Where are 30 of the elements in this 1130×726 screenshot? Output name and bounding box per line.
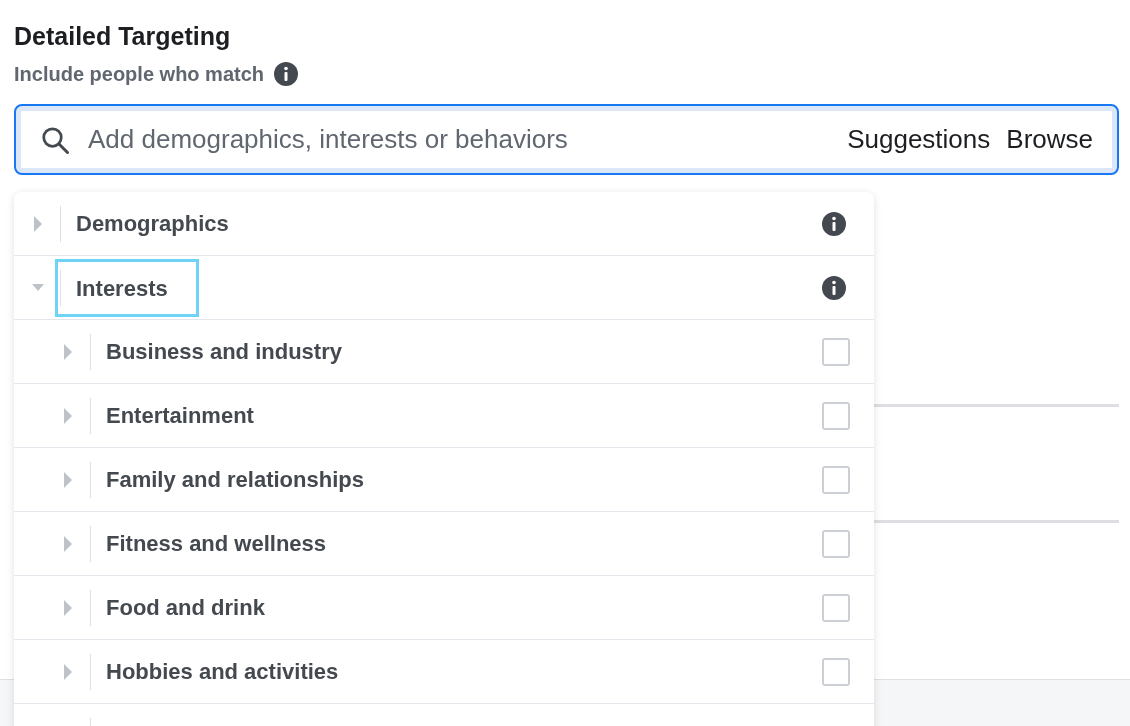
caret-right-icon[interactable] — [62, 471, 74, 488]
checkbox[interactable] — [822, 401, 850, 430]
checkbox[interactable] — [822, 593, 850, 622]
caret-right-icon[interactable] — [62, 599, 74, 616]
info-icon[interactable] — [822, 211, 846, 236]
category-item[interactable]: Interests — [55, 258, 199, 317]
category-item[interactable]: Food and drink — [103, 585, 268, 630]
search-link[interactable]: Browse — [1006, 124, 1093, 155]
caret-right-icon[interactable] — [62, 535, 74, 552]
caret-right-icon[interactable] — [62, 407, 74, 424]
category-item[interactable]: Hobbies and activities — [103, 649, 342, 694]
checkbox[interactable] — [822, 337, 850, 366]
search-icon — [40, 124, 70, 155]
section-title: Detailed Targeting — [14, 21, 232, 52]
search-link[interactable]: Suggestions — [847, 124, 991, 155]
search-field[interactable]: Add demographics, interests or behaviors Suggestions Browse — [14, 104, 1119, 175]
category-item[interactable]: Fitness and wellness — [103, 521, 330, 566]
category-item[interactable]: Family and relationships — [103, 457, 367, 502]
category-item[interactable]: Demographics — [73, 201, 232, 246]
info-icon[interactable] — [274, 62, 299, 86]
caret-right-icon[interactable] — [62, 343, 74, 360]
checkbox[interactable] — [822, 657, 850, 686]
checkbox[interactable] — [822, 465, 850, 494]
checkbox[interactable] — [822, 529, 850, 558]
category-item[interactable]: Entertainment — [103, 393, 257, 438]
category-item[interactable]: Business and industry — [103, 329, 345, 374]
caret-right-icon[interactable] — [32, 215, 44, 232]
caret-right-icon[interactable] — [62, 663, 74, 680]
section-subtitle: Include people who match — [14, 62, 265, 86]
info-icon[interactable] — [822, 275, 846, 300]
